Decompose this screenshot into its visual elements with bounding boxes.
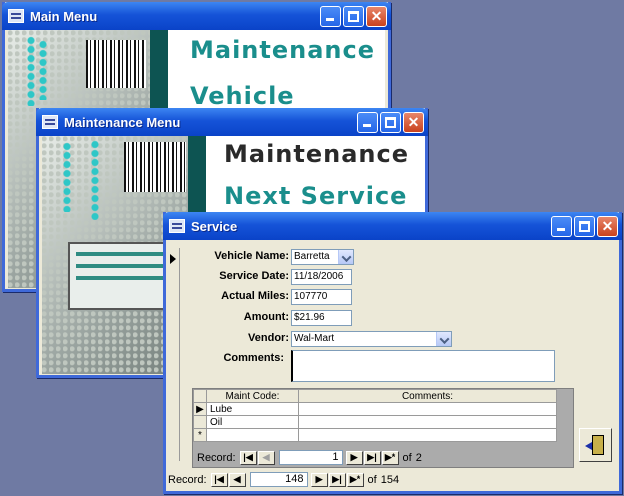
service-form-body: Vehicle Name: Barretta Service Date: 11/…: [166, 240, 619, 491]
close-button[interactable]: ✕: [366, 5, 387, 27]
maint-code-cell[interactable]: [206, 428, 299, 442]
form-icon: [8, 9, 24, 23]
form-icon: [169, 219, 185, 233]
service-window: Service ✕ Vehicle Name: Barretta Service…: [163, 212, 622, 494]
previous-record-button[interactable]: ◀: [257, 450, 275, 465]
record-total: 2: [415, 451, 422, 464]
record-number-input[interactable]: 1: [278, 450, 343, 465]
new-record-marker[interactable]: *: [193, 428, 207, 442]
maintenance-menu-titlebar[interactable]: Maintenance Menu ✕: [36, 108, 428, 136]
splash-headline-maintenance[interactable]: Maintenance: [224, 140, 409, 168]
subform-record-navigator: Record: |◀ ◀ 1 ▶ ▶| ▶* of 2: [197, 450, 422, 465]
actual-miles-label: Actual Miles:: [221, 290, 289, 302]
table-row[interactable]: ▶ Lube: [193, 402, 557, 416]
close-button[interactable]: ✕: [597, 215, 618, 237]
comments-field[interactable]: [291, 350, 555, 382]
minimize-button[interactable]: [320, 5, 341, 27]
record-total: 154: [380, 473, 400, 486]
form-icon: [42, 115, 58, 129]
column-header-maint-code[interactable]: Maint Code:: [206, 389, 299, 403]
record-number-input[interactable]: 148: [249, 472, 308, 487]
maint-code-subform: Maint Code: Comments: ▶ Lube Oil * Recor…: [192, 388, 574, 468]
first-record-button[interactable]: |◀: [210, 472, 228, 487]
window-title: Main Menu: [30, 8, 98, 24]
last-record-button[interactable]: ▶|: [328, 472, 346, 487]
exit-door-icon: [585, 442, 592, 450]
record-label: Record:: [168, 473, 207, 486]
exit-button[interactable]: [579, 428, 612, 462]
current-record-icon: [170, 254, 176, 264]
form-record-navigator: Record: |◀ ◀ 148 ▶ ▶| ▶* of 154: [168, 472, 399, 487]
of-label: of: [367, 473, 377, 486]
maximize-button[interactable]: [380, 111, 401, 133]
amount-field[interactable]: $21.96: [291, 310, 352, 326]
amount-label: Amount:: [243, 311, 289, 323]
of-label: of: [402, 451, 412, 464]
previous-record-button[interactable]: ◀: [228, 472, 246, 487]
row-selector-current[interactable]: ▶: [193, 402, 207, 416]
chevron-down-icon[interactable]: [338, 250, 353, 264]
close-button[interactable]: ✕: [403, 111, 424, 133]
maximize-button[interactable]: [574, 215, 595, 237]
maint-code-table: Maint Code: Comments: ▶ Lube Oil *: [193, 389, 557, 442]
minimize-button[interactable]: [551, 215, 572, 237]
maint-code-cell[interactable]: Oil: [206, 415, 299, 429]
minimize-button[interactable]: [357, 111, 378, 133]
splash-headline-next-service[interactable]: Next Service: [224, 182, 407, 210]
table-row[interactable]: Oil: [193, 415, 557, 429]
vehicle-name-value: Barretta: [294, 251, 330, 262]
maint-code-cell[interactable]: Lube: [206, 402, 299, 416]
vendor-combo[interactable]: Wal-Mart: [291, 331, 452, 347]
record-selector[interactable]: [168, 248, 180, 461]
actual-miles-field[interactable]: 107770: [291, 289, 352, 305]
maximize-button[interactable]: [343, 5, 364, 27]
comments-cell[interactable]: [298, 402, 557, 416]
vehicle-name-combo[interactable]: Barretta: [291, 249, 354, 265]
first-record-button[interactable]: |◀: [239, 450, 257, 465]
vendor-value: Wal-Mart: [294, 333, 335, 344]
table-header-row: Maint Code: Comments:: [193, 389, 557, 403]
service-date-label: Service Date:: [219, 270, 289, 282]
last-record-button[interactable]: ▶|: [363, 450, 381, 465]
service-titlebar[interactable]: Service ✕: [163, 212, 622, 240]
comments-cell[interactable]: [298, 428, 557, 442]
vendor-label: Vendor:: [248, 332, 289, 344]
window-title: Service: [191, 218, 238, 234]
splash-headline-maintenance[interactable]: Maintenance: [190, 36, 375, 64]
comments-label: Comments:: [223, 352, 284, 364]
service-date-field[interactable]: 11/18/2006: [291, 269, 352, 285]
new-record-button[interactable]: ▶*: [381, 450, 399, 465]
column-header-comments[interactable]: Comments:: [298, 389, 557, 403]
next-record-button[interactable]: ▶: [345, 450, 363, 465]
chevron-down-icon[interactable]: [436, 332, 451, 346]
corner-cell: [193, 389, 207, 403]
main-menu-titlebar[interactable]: Main Menu ✕: [2, 2, 391, 30]
table-row-new[interactable]: *: [193, 428, 557, 442]
window-title: Maintenance Menu: [64, 114, 181, 130]
next-record-button[interactable]: ▶: [310, 472, 328, 487]
new-record-button[interactable]: ▶*: [346, 472, 364, 487]
vehicle-name-label: Vehicle Name:: [214, 250, 289, 262]
comments-cell[interactable]: [298, 415, 557, 429]
record-label: Record:: [197, 451, 236, 464]
splash-headline-vehicle[interactable]: Vehicle: [190, 82, 295, 110]
row-selector[interactable]: [193, 415, 207, 429]
